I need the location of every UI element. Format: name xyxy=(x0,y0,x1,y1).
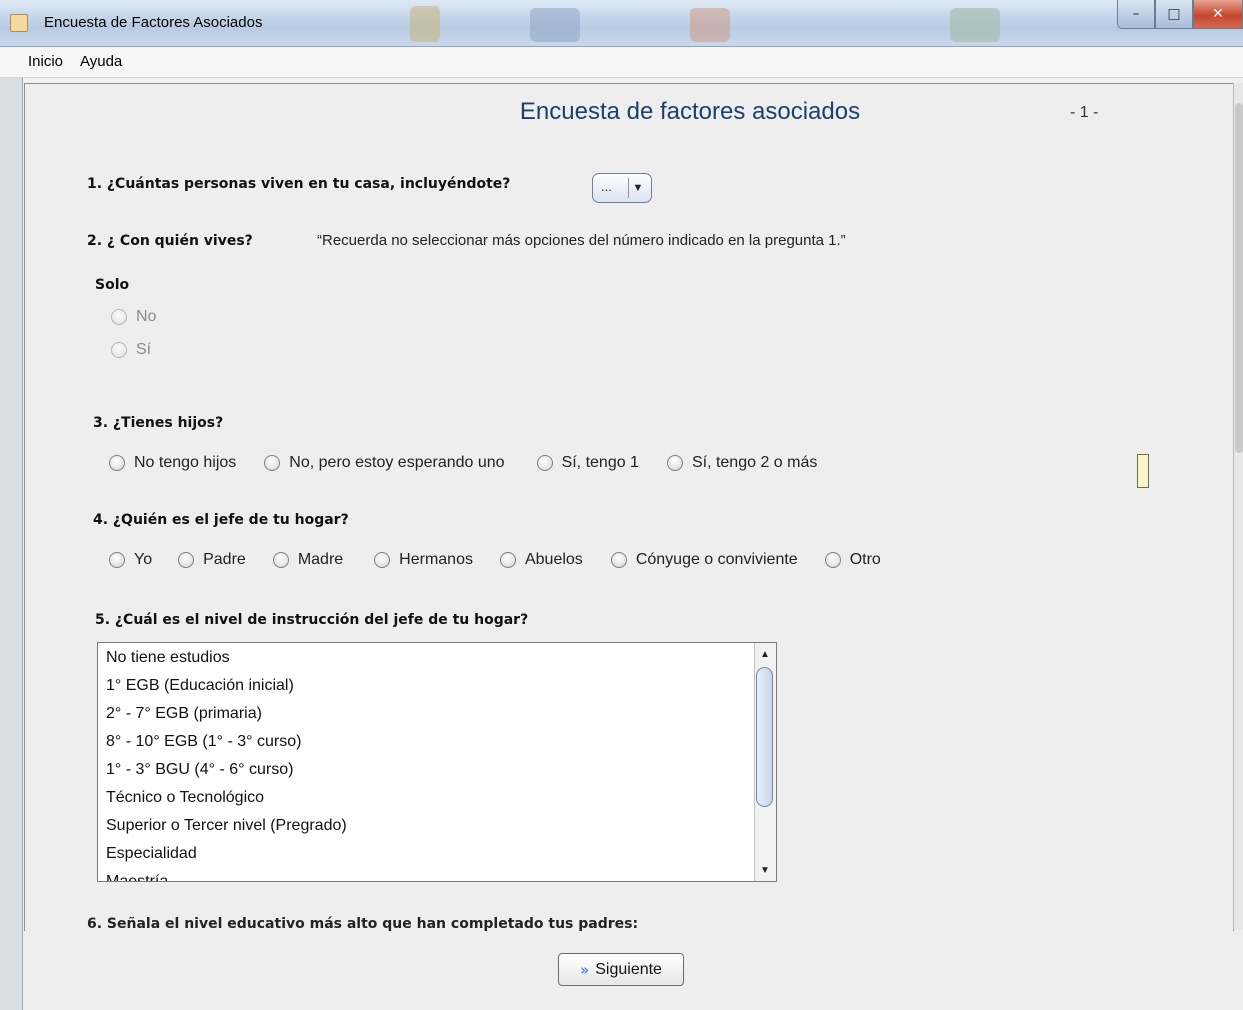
maximize-button[interactable]: □ xyxy=(1155,0,1193,29)
question-4: 4. ¿Quién es el jefe de tu hogar? xyxy=(93,512,349,528)
radio-tengo-1[interactable]: Sí, tengo 1 xyxy=(536,454,639,472)
page-number: - 1 - xyxy=(1070,104,1099,121)
list-item[interactable]: Superior o Tercer nivel (Pregrado) xyxy=(106,817,347,835)
group-label-solo: Solo xyxy=(95,277,130,293)
minimize-button[interactable]: – xyxy=(1117,0,1155,29)
list-item[interactable]: 8° - 10° EGB (1° - 3° curso) xyxy=(106,733,301,751)
question-1: 1. ¿Cuántas personas viven en tu casa, i… xyxy=(87,176,511,192)
radio-padre[interactable]: Padre xyxy=(178,551,246,569)
radio-label: Madre xyxy=(297,551,344,568)
next-button[interactable]: » Siguiente xyxy=(558,953,684,986)
combo-value: ... xyxy=(601,179,612,194)
radio-tengo-2-o-mas[interactable]: Sí, tengo 2 o más xyxy=(666,454,818,472)
window-controls: – □ ✕ xyxy=(1117,0,1243,30)
scroll-thumb[interactable] xyxy=(1235,103,1243,453)
radio-abuelos[interactable]: Abuelos xyxy=(499,551,583,569)
page-title: Encuesta de factores asociados xyxy=(519,98,861,125)
radio-label: Abuelos xyxy=(524,551,583,568)
radio-madre[interactable]: Madre xyxy=(272,551,344,569)
list-item[interactable]: Especialidad xyxy=(106,845,197,863)
question-3: 3. ¿Tienes hijos? xyxy=(93,415,224,431)
taskbar-blur xyxy=(530,8,580,42)
radio-icon xyxy=(109,552,125,568)
radio-icon xyxy=(824,552,841,568)
radio-solo-no[interactable]: No xyxy=(111,308,156,326)
survey-panel: Encuesta de factores asociados - 1 - 1. … xyxy=(24,83,1234,932)
radio-no-tengo-hijos[interactable]: No tengo hijos xyxy=(109,454,236,472)
radio-group-solo: No xyxy=(111,308,182,326)
radio-label: Hermanos xyxy=(399,551,473,568)
radio-icon xyxy=(111,309,127,325)
window-frame xyxy=(0,78,23,1010)
window-title: Encuesta de Factores Asociados xyxy=(44,14,263,31)
list-item[interactable]: Maestría xyxy=(106,873,168,881)
chevron-down-icon[interactable]: ▼ xyxy=(628,178,647,198)
title-bar: Encuesta de Factores Asociados – □ ✕ xyxy=(0,0,1243,47)
radio-label: Cónyuge o conviviente xyxy=(635,551,798,568)
menu-ayuda[interactable]: Ayuda xyxy=(80,53,122,70)
radio-esperando-uno[interactable]: No, pero estoy esperando uno xyxy=(264,454,505,472)
app-icon xyxy=(10,14,28,32)
question-5: 5. ¿Cuál es el nivel de instrucción del … xyxy=(95,612,529,628)
next-button-label: Siguiente xyxy=(595,960,662,978)
taskbar-blur xyxy=(950,8,1000,42)
radio-icon xyxy=(111,342,127,358)
scroll-down-icon[interactable]: ▼ xyxy=(757,861,773,879)
list-item[interactable]: 1° EGB (Educación inicial) xyxy=(106,677,294,695)
radio-group-hijos: No tengo hijos No, pero estoy esperando … xyxy=(109,454,843,472)
question-6: 6. Señala el nivel educativo más alto qu… xyxy=(87,916,639,932)
radio-conyuge[interactable]: Cónyuge o conviviente xyxy=(610,551,798,569)
radio-group-jefe-hogar: Yo Padre Madre Hermanos Abuelos Cónyuge … xyxy=(109,551,907,569)
menu-inicio[interactable]: Inicio xyxy=(28,53,63,70)
taskbar-blur xyxy=(690,8,730,42)
radio-label: No tengo hijos xyxy=(134,454,237,471)
radio-otro[interactable]: Otro xyxy=(824,551,881,569)
double-chevron-right-icon: » xyxy=(580,960,590,979)
radio-icon xyxy=(109,455,125,471)
radio-icon xyxy=(264,455,281,471)
radio-label: Sí xyxy=(136,341,152,358)
radio-label: No, pero estoy esperando uno xyxy=(289,454,505,471)
list-scrollbar[interactable]: ▲ ▼ xyxy=(754,643,776,881)
radio-label: Padre xyxy=(203,551,246,568)
radio-label: Sí, tengo 1 xyxy=(561,454,639,471)
radio-icon xyxy=(536,455,553,471)
list-item[interactable]: 2° - 7° EGB (primaria) xyxy=(106,705,262,723)
radio-label: No xyxy=(136,308,157,325)
list-item[interactable]: 1° - 3° BGU (4° - 6° curso) xyxy=(106,761,293,779)
radio-solo-si[interactable]: Sí xyxy=(111,341,151,359)
panel-scrollbar[interactable] xyxy=(1233,83,1243,930)
question-2: 2. ¿ Con quién vives? xyxy=(87,233,253,249)
list-item[interactable]: No tiene estudios xyxy=(106,649,230,667)
radio-group-solo: Sí xyxy=(111,341,177,359)
radio-icon xyxy=(499,552,516,568)
menu-bar: Inicio Ayuda xyxy=(0,47,1243,78)
radio-label: Yo xyxy=(134,551,153,568)
list-item[interactable]: Técnico o Tecnológico xyxy=(106,789,264,807)
radio-yo[interactable]: Yo xyxy=(109,551,152,569)
radio-icon xyxy=(666,455,683,471)
validation-indicator xyxy=(1137,454,1149,488)
people-count-combo[interactable]: ... ▼ xyxy=(592,173,652,203)
scroll-thumb[interactable] xyxy=(756,667,773,807)
radio-label: Otro xyxy=(849,551,881,568)
radio-label: Sí, tengo 2 o más xyxy=(691,454,818,471)
radio-icon xyxy=(272,552,289,568)
close-button[interactable]: ✕ xyxy=(1193,0,1243,29)
radio-icon xyxy=(178,552,195,568)
radio-icon xyxy=(374,552,391,568)
radio-hermanos[interactable]: Hermanos xyxy=(374,551,473,569)
instruction-level-list[interactable]: No tiene estudios 1° EGB (Educación inic… xyxy=(97,642,777,882)
radio-icon xyxy=(610,552,627,568)
question-2-note: “Recuerda no seleccionar más opciones de… xyxy=(317,232,846,249)
scroll-up-icon[interactable]: ▲ xyxy=(757,645,773,663)
taskbar-blur xyxy=(410,6,440,42)
